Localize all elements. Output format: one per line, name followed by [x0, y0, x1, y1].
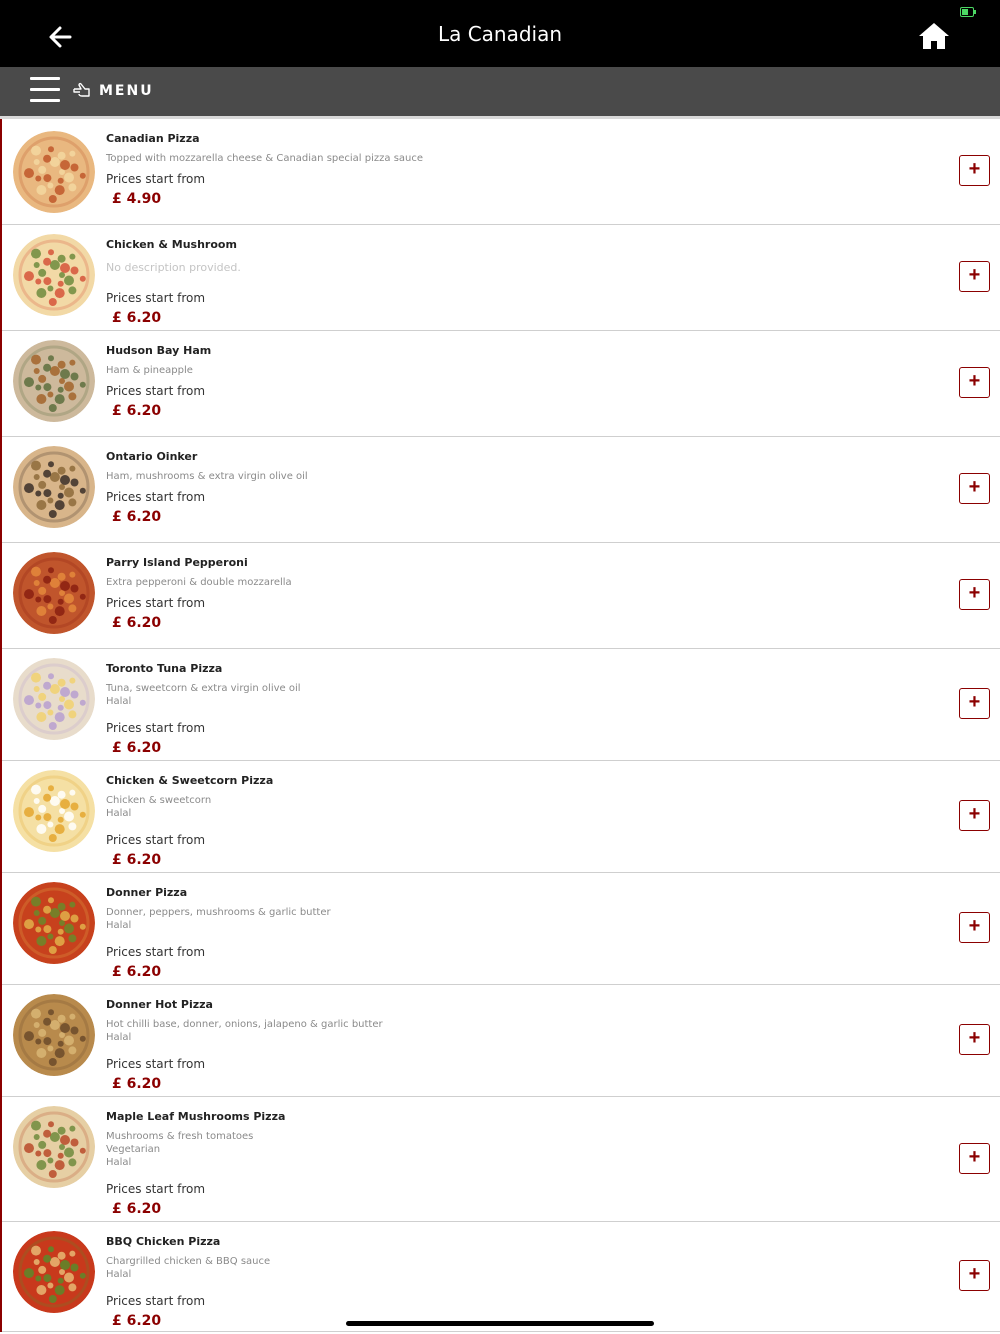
pizza-image: [13, 1106, 95, 1188]
item-description: Extra pepperoni & double mozzarella: [106, 577, 292, 588]
menu-item-row: Chicken & Sweetcorn Pizza Chicken & sweet…: [2, 761, 1000, 873]
add-item-button[interactable]: +: [959, 367, 990, 398]
item-price: £ 6.20: [112, 964, 162, 980]
item-name: Canadian Pizza: [106, 132, 200, 145]
prices-label: Prices start from: [106, 945, 206, 959]
item-description: No description provided.: [106, 261, 241, 274]
pizza-image: [13, 552, 95, 634]
add-item-button[interactable]: +: [959, 155, 990, 186]
item-description: Halal: [106, 1032, 132, 1043]
battery-icon: [960, 7, 976, 17]
add-item-button[interactable]: +: [959, 261, 990, 292]
item-description: Topped with mozzarella cheese & Canadian…: [106, 153, 424, 164]
item-description: Halal: [106, 696, 132, 707]
item-name: Maple Leaf Mushrooms Pizza: [106, 1110, 286, 1123]
item-name: BBQ Chicken Pizza: [106, 1235, 221, 1248]
item-price: £ 6.20: [112, 1076, 162, 1092]
item-description: Halal: [106, 808, 132, 819]
item-description: Halal: [106, 1157, 132, 1168]
item-price: £ 6.20: [112, 740, 162, 756]
item-name: Donner Hot Pizza: [106, 998, 213, 1011]
add-item-button[interactable]: +: [959, 688, 990, 719]
pizza-image: [13, 131, 95, 213]
menu-item-row: Ontario Oinker Ham, mushrooms & extra vir…: [2, 437, 1000, 543]
add-item-button[interactable]: +: [959, 579, 990, 610]
item-name: Ontario Oinker: [106, 450, 198, 463]
pizza-image: [13, 340, 95, 422]
item-description: Tuna, sweetcorn & extra virgin olive oil: [106, 683, 301, 694]
home-icon[interactable]: [917, 21, 951, 51]
menu-item-list: Canadian Pizza Topped with mozzarella che…: [0, 119, 1000, 1332]
prices-label: Prices start from: [106, 172, 206, 186]
menu-item-row: Maple Leaf Mushrooms Pizza Mushrooms & fr…: [2, 1097, 1000, 1222]
item-name: Chicken & Mushroom: [106, 238, 237, 251]
home-indicator: [346, 1321, 654, 1326]
menu-bar: MENU: [0, 67, 1000, 116]
item-description: Chargrilled chicken & BBQ sauce: [106, 1256, 271, 1267]
menu-item-row: Canadian Pizza Topped with mozzarella che…: [2, 119, 1000, 225]
add-item-button[interactable]: +: [959, 912, 990, 943]
item-description: Hot chilli base, donner, onions, jalapen…: [106, 1019, 383, 1030]
page-title: La Canadian: [437, 22, 563, 46]
item-price: £ 6.20: [112, 509, 162, 525]
item-price: £ 6.20: [112, 310, 162, 326]
prices-label: Prices start from: [106, 384, 206, 398]
item-price: £ 6.20: [112, 1201, 162, 1217]
prices-label: Prices start from: [106, 721, 206, 735]
item-price: £ 6.20: [112, 1313, 162, 1329]
add-item-button[interactable]: +: [959, 1024, 990, 1055]
prices-label: Prices start from: [106, 1294, 206, 1308]
pointing-hand-icon: [73, 82, 90, 97]
prices-label: Prices start from: [106, 833, 206, 847]
item-name: Chicken & Sweetcorn Pizza: [106, 774, 274, 787]
menu-label: MENU: [99, 83, 154, 99]
prices-label: Prices start from: [106, 596, 206, 610]
menu-item-row: Donner Pizza Donner, peppers, mushrooms &…: [2, 873, 1000, 985]
add-item-button[interactable]: +: [959, 1260, 990, 1291]
item-description: Chicken & sweetcorn: [106, 795, 212, 806]
hamburger-menu-icon[interactable]: [30, 77, 60, 103]
item-description: Mushrooms & fresh tomatoes: [106, 1131, 254, 1142]
item-name: Parry Island Pepperoni: [106, 556, 248, 569]
prices-label: Prices start from: [106, 1182, 206, 1196]
item-price: £ 6.20: [112, 615, 162, 631]
prices-label: Prices start from: [106, 1057, 206, 1071]
menu-item-row: Donner Hot Pizza Hot chilli base, donner,…: [2, 985, 1000, 1097]
menu-item-row: Parry Island Pepperoni Extra pepperoni & …: [2, 543, 1000, 649]
menu-item-row: BBQ Chicken Pizza Chargrilled chicken & B…: [2, 1222, 1000, 1332]
add-item-button[interactable]: +: [959, 473, 990, 504]
item-description: Ham & pineapple: [106, 365, 193, 376]
pizza-image: [13, 882, 95, 964]
pizza-image: [13, 770, 95, 852]
item-price: £ 6.20: [112, 852, 162, 868]
item-name: Toronto Tuna Pizza: [106, 662, 223, 675]
pizza-image: [13, 994, 95, 1076]
prices-label: Prices start from: [106, 291, 206, 305]
item-price: £ 4.90: [112, 191, 162, 207]
menu-item-row: Hudson Bay Ham Ham & pineapple Prices star…: [2, 331, 1000, 437]
menu-item-row: Chicken & Mushroom No description provide…: [2, 225, 1000, 331]
pizza-image: [13, 234, 95, 316]
item-description: Vegetarian: [106, 1144, 161, 1155]
item-description: Halal: [106, 920, 132, 931]
item-description: Donner, peppers, mushrooms & garlic butt…: [106, 907, 331, 918]
add-item-button[interactable]: +: [959, 1143, 990, 1174]
pizza-image: [13, 658, 95, 740]
item-name: Hudson Bay Ham: [106, 344, 212, 357]
menu-item-row: Toronto Tuna Pizza Tuna, sweetcorn & extr…: [2, 649, 1000, 761]
app-header: La Canadian: [0, 0, 1000, 67]
prices-label: Prices start from: [106, 490, 206, 504]
item-price: £ 6.20: [112, 403, 162, 419]
add-item-button[interactable]: +: [959, 800, 990, 831]
item-description: Ham, mushrooms & extra virgin olive oil: [106, 471, 308, 482]
item-description: Halal: [106, 1269, 132, 1280]
pizza-image: [13, 1231, 95, 1313]
item-name: Donner Pizza: [106, 886, 188, 899]
pizza-image: [13, 446, 95, 528]
